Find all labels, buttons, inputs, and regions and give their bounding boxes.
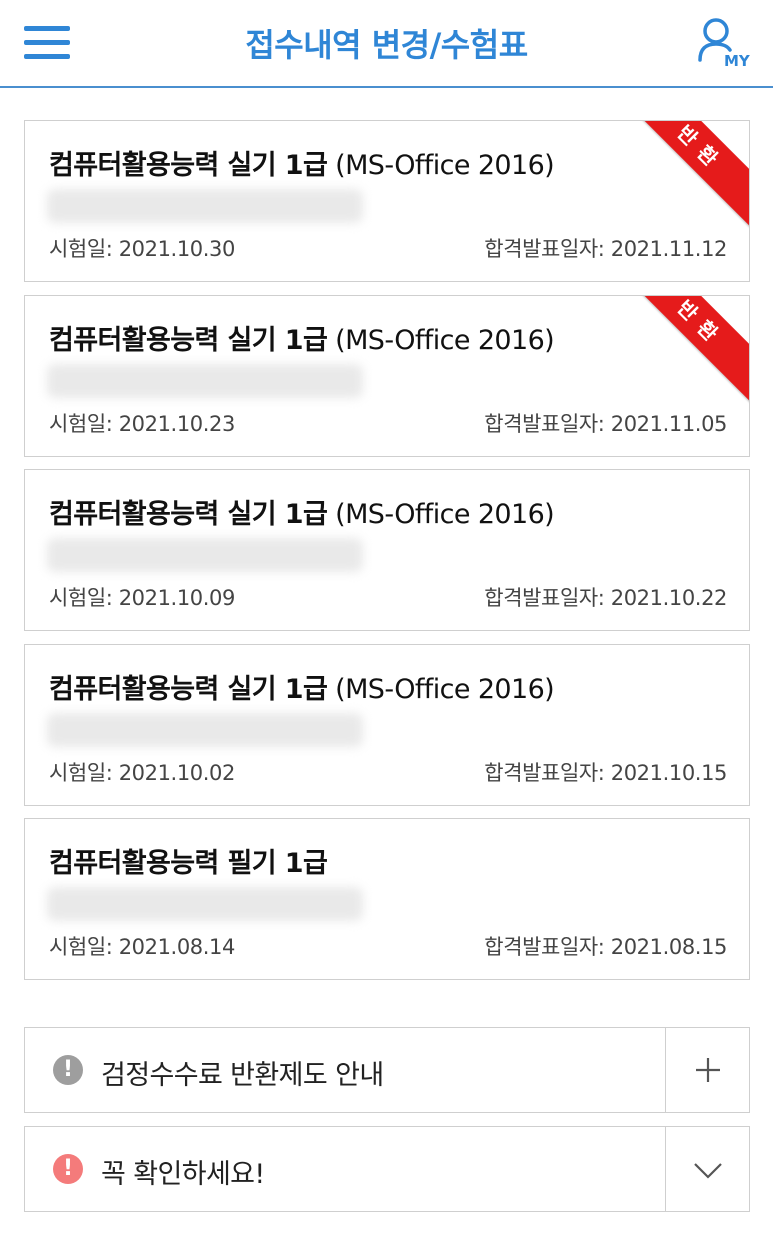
info-icon: !	[53, 1055, 83, 1085]
exam-title: 컴퓨터활용능력 필기 1급	[49, 848, 328, 879]
exam-title: 컴퓨터활용능력 실기 1급 (MS-Office 2016)	[49, 499, 555, 530]
chevron-down-icon	[694, 1163, 722, 1179]
blurred-info	[47, 538, 363, 572]
result-date: 합격발표일자: 2021.11.05	[484, 412, 727, 436]
app-header: 접수내역 변경/수험표 MY	[0, 0, 773, 88]
blurred-info	[47, 713, 363, 747]
result-date: 합격발표일자: 2021.08.15	[484, 935, 727, 959]
refund-ribbon: 반환	[616, 121, 749, 234]
exam-title: 컴퓨터활용능력 실기 1급 (MS-Office 2016)	[49, 150, 555, 181]
exam-card[interactable]: 컴퓨터활용능력 실기 1급 (MS-Office 2016) 시험일: 2021…	[24, 295, 750, 457]
result-date: 합격발표일자: 2021.10.15	[484, 761, 727, 785]
exam-date: 시험일: 2021.10.30	[49, 237, 235, 261]
exam-date: 시험일: 2021.10.02	[49, 761, 235, 785]
blurred-info	[47, 887, 363, 921]
exam-date: 시험일: 2021.10.09	[49, 586, 235, 610]
accordion-label: 검정수수료 반환제도 안내	[101, 1060, 384, 1091]
result-date: 합격발표일자: 2021.10.22	[484, 586, 727, 610]
user-icon: MY	[698, 18, 751, 70]
exam-date: 시험일: 2021.08.14	[49, 935, 235, 959]
refund-policy-accordion[interactable]: ! 검정수수료 반환제도 안내	[24, 1027, 750, 1113]
exam-title: 컴퓨터활용능력 실기 1급 (MS-Office 2016)	[49, 674, 555, 705]
plus-icon	[696, 1058, 720, 1082]
my-page-button[interactable]: MY	[696, 16, 754, 70]
exam-card[interactable]: 컴퓨터활용능력 실기 1급 (MS-Office 2016) 시험일: 2021…	[24, 120, 750, 282]
expand-button[interactable]	[665, 1028, 749, 1112]
result-date: 합격발표일자: 2021.11.12	[484, 237, 727, 261]
accordion-label: 꼭 확인하세요!	[101, 1159, 265, 1190]
exam-card[interactable]: 컴퓨터활용능력 실기 1급 (MS-Office 2016) 시험일: 2021…	[24, 469, 750, 631]
exam-date: 시험일: 2021.10.23	[49, 412, 235, 436]
blurred-info	[47, 364, 363, 398]
exam-card[interactable]: 컴퓨터활용능력 실기 1급 (MS-Office 2016) 시험일: 2021…	[24, 644, 750, 806]
blurred-info	[47, 189, 363, 223]
exam-card[interactable]: 컴퓨터활용능력 필기 1급 시험일: 2021.08.14 합격발표일자: 20…	[24, 818, 750, 980]
expand-button[interactable]	[665, 1127, 749, 1211]
warning-icon: !	[53, 1154, 83, 1184]
refund-ribbon: 반환	[616, 296, 749, 409]
my-label: MY	[724, 52, 751, 70]
must-check-accordion[interactable]: ! 꼭 확인하세요!	[24, 1126, 750, 1212]
page-title: 접수내역 변경/수험표	[245, 26, 528, 64]
exam-title: 컴퓨터활용능력 실기 1급 (MS-Office 2016)	[49, 325, 555, 356]
